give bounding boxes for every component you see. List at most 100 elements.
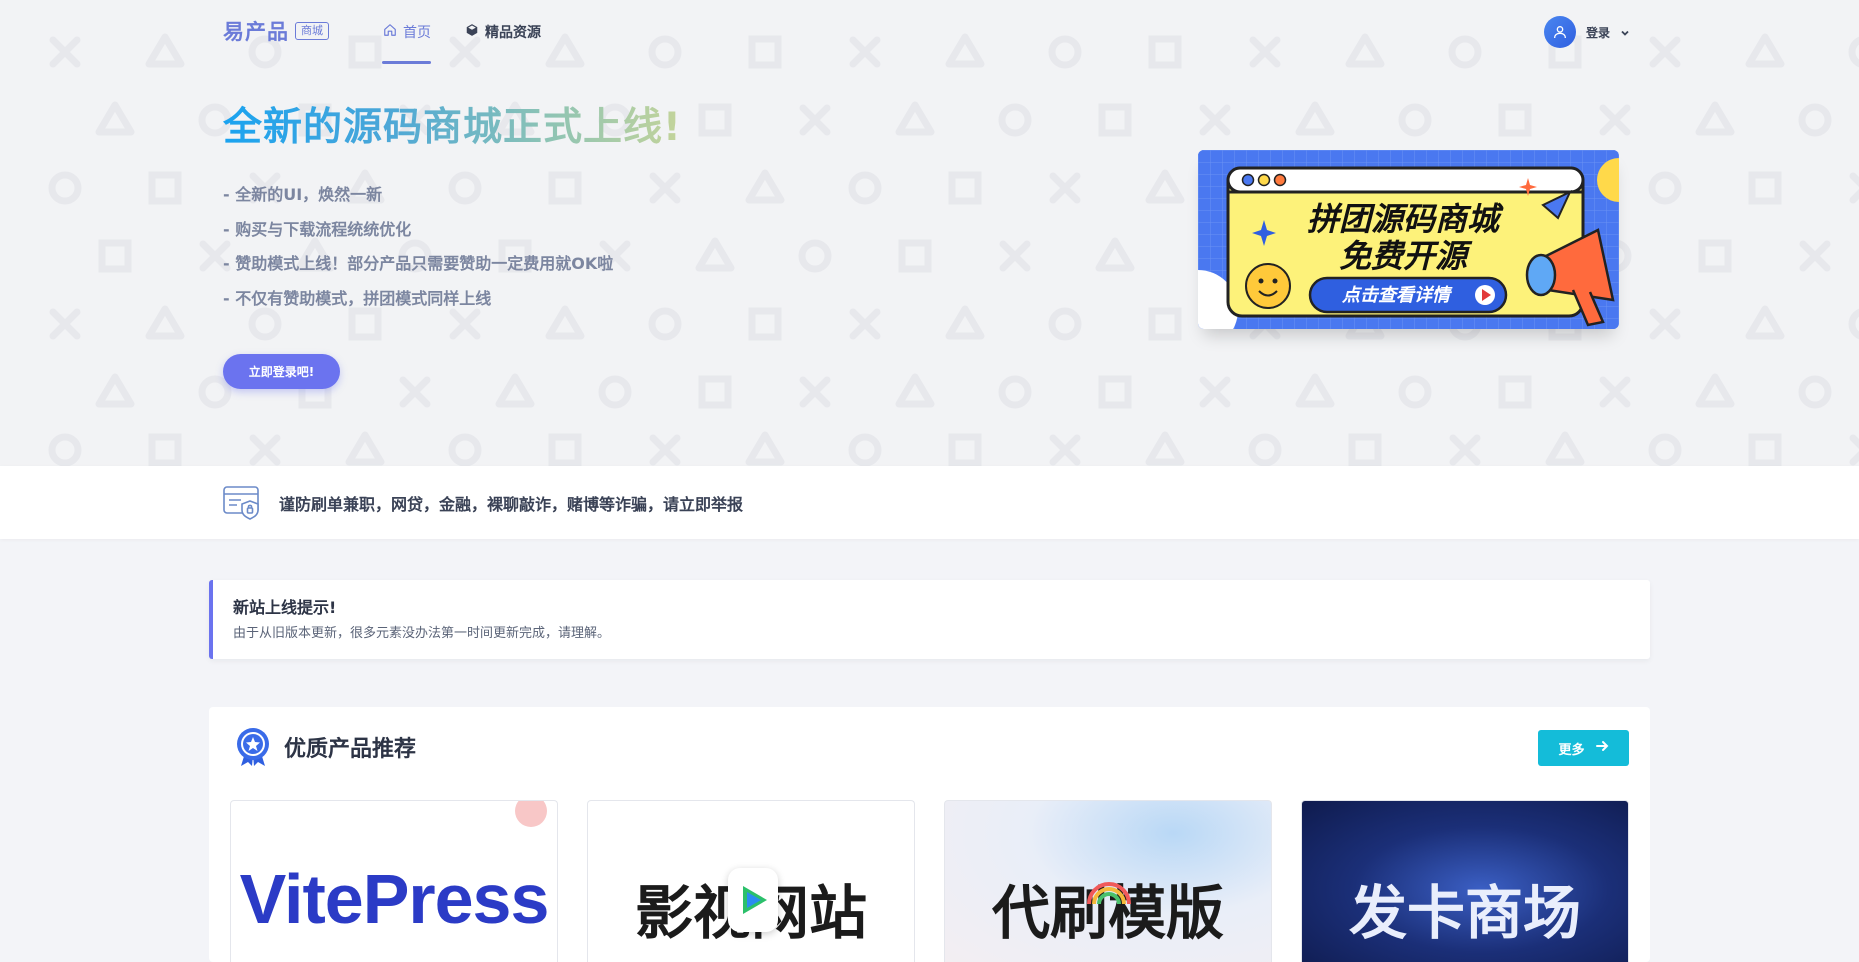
cube-icon: [465, 23, 479, 41]
pattern-shape: [1648, 171, 1682, 205]
pattern-shape: [1145, 431, 1185, 466]
pattern-shape: [1148, 307, 1182, 341]
pattern-shape: [495, 373, 535, 408]
pattern-shape: [1248, 433, 1282, 466]
banner-button-label: 点击查看详情: [1341, 285, 1453, 306]
product-card-image-text: VitePress: [239, 860, 550, 938]
pattern-shape: [95, 373, 135, 408]
pattern-shape: [1698, 239, 1732, 273]
pattern-shape: [48, 171, 82, 205]
pattern-shape: [1848, 308, 1859, 340]
pattern-shape: [999, 240, 1031, 272]
product-card[interactable]: 代刷模版: [944, 800, 1272, 962]
pattern-shape: [148, 433, 182, 466]
brand-logo[interactable]: 易产品 商城: [223, 16, 329, 46]
pattern-shape: [1599, 376, 1631, 408]
alert-body: 由于从旧版本更新，很多元素没办法第一时间更新完成，请理解。: [233, 626, 611, 641]
pattern-shape: [48, 433, 82, 466]
more-button[interactable]: 更多: [1538, 730, 1629, 766]
pattern-shape: [799, 104, 831, 136]
banner-line1: 拼团源码商城: [1307, 200, 1504, 238]
feature-item: - 赞助模式上线！部分产品只需要赞助一定费用就OK啦: [223, 254, 614, 273]
product-card-image-text: 发卡商场: [1348, 879, 1581, 947]
shield-card-icon: [223, 484, 263, 524]
pattern-shape: [1145, 169, 1185, 204]
section-title: 优质产品推荐: [284, 737, 417, 762]
pattern-shape: [1348, 433, 1382, 466]
pattern-shape: [1798, 375, 1832, 409]
pattern-shape: [1049, 434, 1081, 466]
pattern-shape: [998, 375, 1032, 409]
pattern-shape: [1849, 172, 1859, 204]
feature-item: - 不仅有赞助模式，拼团模式同样上线: [223, 288, 492, 308]
pattern-shape: [148, 171, 182, 205]
pattern-shape: [1098, 375, 1132, 409]
pattern-shape: [198, 375, 232, 409]
login-label: 登录: [1586, 25, 1611, 40]
pattern-shape: [849, 308, 881, 340]
nav-item-home[interactable]: 首页: [383, 22, 431, 42]
pattern-shape: [695, 237, 735, 272]
pattern-shape: [1799, 240, 1831, 272]
pattern-shape: [748, 307, 782, 341]
user-menu[interactable]: 登录: [1544, 16, 1630, 48]
pattern-shape: [1748, 433, 1782, 466]
nav-item-label: 首页: [403, 25, 431, 41]
pattern-shape: [1398, 103, 1432, 137]
pattern-shape: [345, 431, 385, 466]
promo-banner[interactable]: 拼团源码商城 免费开源 点击查看详情: [1198, 150, 1619, 329]
pattern-shape: [1695, 373, 1735, 408]
pattern-shape: [399, 376, 431, 408]
user-avatar-icon: [1544, 16, 1576, 48]
pattern-shape: [98, 239, 132, 273]
chevron-down-icon: [1620, 23, 1630, 42]
pattern-shape: [649, 434, 681, 466]
pattern-shape: [1545, 431, 1585, 466]
pattern-shape: [698, 375, 732, 409]
pattern-shape: [1748, 171, 1782, 205]
pattern-shape: [1199, 104, 1231, 136]
pattern-shape: [948, 171, 982, 205]
award-badge-icon: [235, 727, 271, 771]
pattern-shape: [249, 434, 281, 466]
pattern-shape: [1398, 375, 1432, 409]
more-button-label: 更多: [1558, 742, 1585, 758]
pattern-shape: [1648, 433, 1682, 466]
home-icon: [383, 23, 397, 41]
pattern-shape: [848, 171, 882, 205]
pattern-shape: [1649, 308, 1681, 340]
product-card[interactable]: 发卡商场: [1301, 800, 1629, 962]
feature-item: - 购买与下载流程统统优化: [223, 219, 412, 239]
product-card[interactable]: 影视网站: [587, 800, 915, 962]
nav-item-resources[interactable]: 精品资源: [465, 22, 541, 42]
brand-badge: 商城: [295, 22, 329, 40]
pattern-shape: [49, 308, 81, 340]
pattern-shape: [1695, 101, 1735, 136]
pattern-shape: [1295, 101, 1335, 136]
product-card[interactable]: VitePress: [230, 800, 558, 962]
pattern-shape: [745, 431, 785, 466]
pattern-shape: [945, 305, 985, 340]
pattern-shape: [1095, 237, 1135, 272]
pattern-shape: [698, 103, 732, 137]
pattern-shape: [448, 433, 482, 466]
alert-title: 新站上线提示!: [233, 598, 337, 617]
site-launch-alert: 新站上线提示! 由于从旧版本更新，很多元素没办法第一时间更新完成，请理解。: [209, 580, 1650, 659]
pattern-shape: [1599, 104, 1631, 136]
pattern-shape: [145, 305, 185, 340]
pattern-shape: [1199, 376, 1231, 408]
hero-title: 全新的源码商城正式上线!: [223, 96, 682, 152]
pattern-shape: [948, 433, 982, 466]
pattern-shape: [95, 101, 135, 136]
login-cta-button[interactable]: 立即登录吧!: [223, 354, 340, 389]
pattern-shape: [745, 169, 785, 204]
pattern-shape: [1798, 103, 1832, 137]
active-tab-indicator: [382, 61, 431, 64]
pattern-shape: [1849, 434, 1859, 466]
pattern-shape: [1295, 373, 1335, 408]
pattern-shape: [1498, 103, 1532, 137]
pattern-shape: [799, 376, 831, 408]
brand-name: 易产品: [223, 20, 289, 44]
pattern-shape: [648, 307, 682, 341]
pattern-shape: [1048, 307, 1082, 341]
